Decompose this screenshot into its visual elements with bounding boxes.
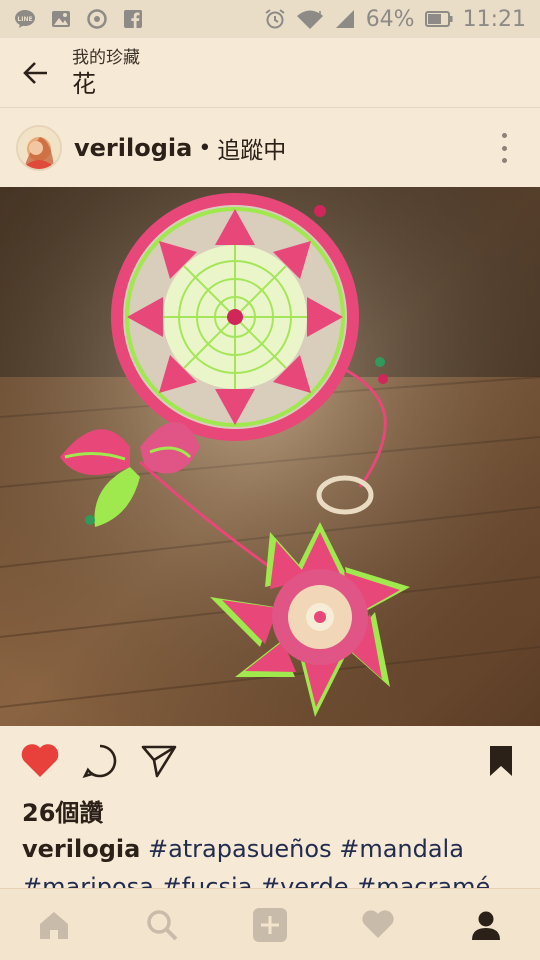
- nav-activity[interactable]: [324, 889, 432, 960]
- activity-icon: [362, 909, 394, 938]
- nav-add[interactable]: [216, 889, 324, 960]
- search-icon: [147, 909, 178, 940]
- avatar-image: [18, 127, 60, 169]
- caption-username[interactable]: verilogia: [22, 835, 140, 863]
- app-header: 我的珍藏 花: [0, 38, 540, 108]
- post-header: verilogia • 追蹤中: [0, 109, 540, 187]
- bottom-nav: [0, 888, 540, 960]
- header-titles: 我的珍藏 花: [72, 47, 140, 99]
- nav-home[interactable]: [0, 889, 108, 960]
- heart-icon: [21, 744, 59, 777]
- bookmark-icon: [490, 746, 512, 776]
- status-right-icons: 64% 11:21: [264, 7, 526, 32]
- line-icon: LINE: [14, 9, 36, 29]
- nav-search[interactable]: [108, 889, 216, 960]
- caption-hashtags[interactable]: #atrapasueños #mandala: [148, 835, 464, 863]
- post-actions: [0, 738, 540, 786]
- caption-hashtags-2[interactable]: #mariposa #fucsia #verde #macramé: [22, 868, 532, 888]
- post-caption: verilogia #atrapasueños #mandala #maripo…: [22, 830, 532, 888]
- back-arrow-icon: [23, 61, 47, 84]
- collection-title: 花: [72, 69, 96, 98]
- battery-percent: 64%: [365, 6, 415, 32]
- facebook-icon: [122, 9, 144, 29]
- collection-label: 我的珍藏: [72, 47, 140, 68]
- like-button[interactable]: [18, 738, 62, 784]
- comment-button[interactable]: [80, 738, 120, 784]
- save-button[interactable]: [484, 738, 518, 784]
- avatar[interactable]: [16, 125, 62, 171]
- status-left-icons: LINE: [14, 9, 144, 29]
- post-username[interactable]: verilogia: [74, 134, 192, 162]
- share-icon: [141, 745, 177, 778]
- more-options-button[interactable]: [494, 133, 514, 163]
- comment-icon: [82, 744, 117, 779]
- signal-icon: [334, 9, 356, 29]
- nav-profile[interactable]: [432, 889, 540, 960]
- post-image[interactable]: [0, 187, 540, 726]
- profile-icon: [472, 911, 500, 940]
- more-dot: [501, 145, 507, 151]
- more-dot: [501, 158, 507, 163]
- separator-dot: •: [198, 135, 212, 161]
- alarm-icon: [264, 9, 286, 29]
- wifi-icon: [296, 9, 324, 29]
- clock: 11:21: [462, 6, 526, 32]
- media-icon: [86, 9, 108, 29]
- screen: LINE 64% 11:21 我的珍藏 花 verilogia • 追蹤中 26…: [0, 0, 540, 960]
- follow-status[interactable]: 追蹤中: [217, 131, 286, 165]
- add-icon: [253, 907, 287, 942]
- like-count[interactable]: 26個讚: [22, 793, 103, 828]
- home-icon: [40, 911, 68, 939]
- share-button[interactable]: [138, 738, 180, 784]
- status-bar: LINE 64% 11:21: [0, 0, 540, 38]
- caption-line-1: verilogia #atrapasueños #mandala: [22, 830, 532, 868]
- back-button[interactable]: [0, 38, 72, 108]
- battery-icon: [424, 9, 453, 29]
- more-dot: [501, 133, 507, 138]
- gallery-icon: [50, 9, 72, 29]
- svg-text:LINE: LINE: [17, 16, 32, 23]
